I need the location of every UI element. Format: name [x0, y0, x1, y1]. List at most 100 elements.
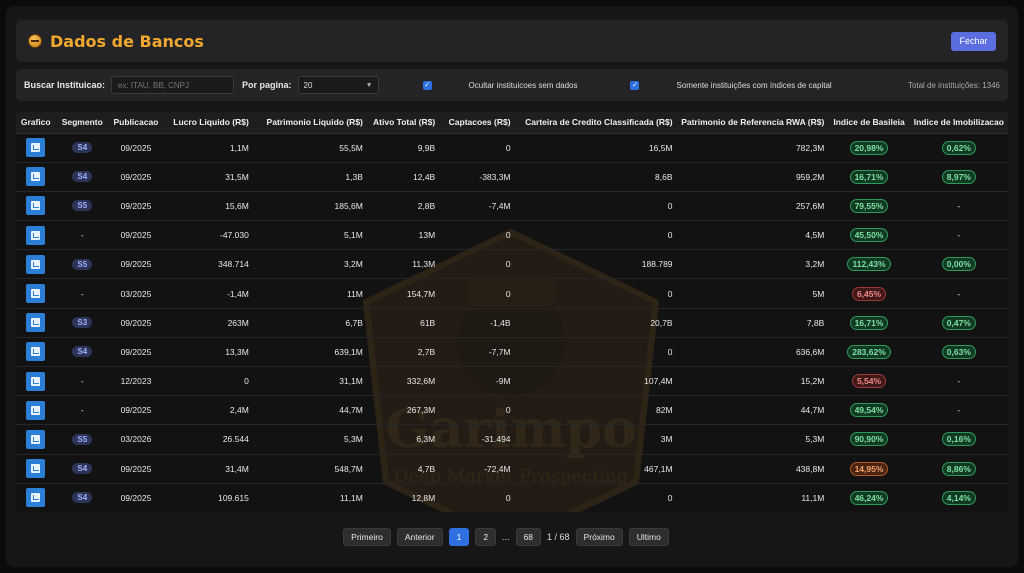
- next-page-button[interactable]: Próximo: [575, 528, 623, 546]
- pr_rwa-value: 11,1M: [801, 492, 825, 503]
- search-input[interactable]: [111, 76, 235, 94]
- cell-segmento: -: [55, 220, 110, 251]
- chart-icon: [31, 172, 41, 182]
- lucro-value: 109.615: [218, 492, 249, 503]
- filter-bar: Buscar Instituicao: Por pagina: 20 ▼ ✓ O…: [16, 69, 1008, 101]
- captacoes-value: -1,4B: [490, 317, 511, 328]
- header-col-captacoes[interactable]: Captacoes (R$): [439, 112, 515, 134]
- chart-button[interactable]: [26, 167, 46, 187]
- cell-grafico: [16, 483, 56, 512]
- header-col-lucro[interactable]: Lucro Liquido (R$): [162, 112, 253, 134]
- captacoes-value: -383,3M: [479, 171, 511, 182]
- imobilizacao-badge: 0,62%: [941, 140, 976, 155]
- header-col-segmento[interactable]: Segmento: [55, 112, 110, 134]
- segment-badge: S4: [72, 492, 93, 504]
- header-col-carteira[interactable]: Carteira de Credito Classificada (R$): [514, 112, 677, 134]
- publicacao-value: 09/2025: [120, 200, 152, 211]
- carteira-value: 16,5M: [648, 142, 673, 153]
- pr_rwa-value: 4,5M: [805, 230, 825, 241]
- last-page-button[interactable]: Ultimo: [628, 528, 669, 546]
- cell-captacoes: 0: [439, 395, 515, 426]
- cell-ativo: 154,7M: [366, 278, 440, 309]
- chart-button[interactable]: [26, 429, 46, 449]
- cell-ativo: 13M: [366, 220, 440, 251]
- close-button[interactable]: Fechar: [951, 31, 996, 51]
- chart-button[interactable]: [26, 488, 46, 508]
- cell-captacoes: 0: [439, 133, 515, 163]
- header-col-basileia[interactable]: Indice de Basileia: [828, 112, 910, 134]
- cell-carteira: 0: [514, 220, 677, 251]
- chart-button[interactable]: [26, 400, 46, 420]
- header-col-imobilizacao[interactable]: Indice de Imobilizacao: [909, 112, 1008, 134]
- segment-badge: S5: [72, 433, 93, 445]
- chart-button[interactable]: [26, 342, 46, 362]
- cell-ativo: 6,3M: [366, 424, 440, 455]
- pr_rwa-value: 5M: [812, 288, 825, 299]
- patrimonio-value: 1,3B: [345, 171, 363, 182]
- chart-button[interactable]: [26, 371, 46, 391]
- cell-imobilizacao: 0,47%: [909, 308, 1008, 338]
- header-col-pr-rwa[interactable]: Patrimonio de Referencia RWA (R$): [676, 112, 829, 134]
- cell-ativo: 2,8B: [366, 191, 440, 222]
- cell-publicacao: 09/2025: [109, 337, 163, 368]
- patrimonio-value: 55,5M: [339, 142, 363, 153]
- cell-grafico: [16, 278, 56, 309]
- banks-table-container[interactable]: Garimpo Deep Market Prospecting Grafico S…: [16, 112, 1008, 512]
- first-page-button[interactable]: Primeiro: [343, 528, 391, 546]
- cell-basileia: 79,55%: [828, 191, 910, 222]
- chart-button[interactable]: [26, 225, 46, 245]
- ativo-value: 13M: [418, 230, 436, 241]
- cell-ativo: 11,3M: [366, 249, 440, 280]
- cell-lucro: 13,3M: [162, 337, 253, 368]
- cell-patrimonio: 31,1M: [252, 366, 367, 397]
- publicacao-value: 09/2025: [120, 142, 152, 153]
- cell-patrimonio: 5,3M: [252, 424, 367, 455]
- publicacao-value: 09/2025: [120, 317, 152, 328]
- chart-button[interactable]: [26, 254, 46, 274]
- carteira-value: 467,1M: [644, 463, 673, 474]
- cell-carteira: 16,5M: [514, 133, 677, 163]
- cell-carteira: 0: [514, 483, 677, 512]
- cell-captacoes: -9M: [439, 366, 515, 397]
- cell-carteira: 3M: [514, 424, 677, 455]
- per-page-select[interactable]: 20 ▼: [297, 76, 379, 94]
- chart-button[interactable]: [26, 138, 46, 158]
- cell-lucro: 263M: [162, 308, 253, 338]
- chart-button[interactable]: [26, 313, 46, 333]
- cell-publicacao: 09/2025: [109, 483, 163, 512]
- hide-no-data-checkbox[interactable]: ✓: [422, 80, 432, 90]
- cell-imobilizacao: 0,62%: [909, 133, 1008, 163]
- carteira-value: 0: [667, 230, 673, 241]
- patrimonio-value: 31,1M: [339, 376, 363, 387]
- cell-captacoes: -383,3M: [439, 162, 515, 192]
- page-button-2[interactable]: 2: [475, 528, 497, 546]
- cell-publicacao: 03/2026: [109, 424, 163, 455]
- chart-icon: [31, 143, 41, 153]
- ativo-value: 267,3M: [406, 405, 436, 416]
- prev-page-button[interactable]: Anterior: [396, 528, 443, 546]
- cell-segmento: S4: [55, 162, 110, 192]
- lucro-value: 31,4M: [225, 463, 249, 474]
- page-button-1[interactable]: 1: [448, 528, 470, 546]
- imobilizacao-value: -: [957, 288, 961, 299]
- captacoes-value: 0: [505, 405, 511, 416]
- table-header-row: Grafico Segmento Publicacao Lucro Liquido (…: [16, 112, 1008, 134]
- header-col-ativo[interactable]: Ativo Total (R$): [366, 112, 440, 134]
- imobilizacao-badge: 0,47%: [941, 315, 976, 330]
- header-col-patrimonio[interactable]: Patrimonio Liquido (R$): [252, 112, 367, 134]
- page-button-last[interactable]: 68: [515, 528, 542, 546]
- cell-pr_rwa: 3,2M: [676, 249, 829, 280]
- only-capital-checkbox[interactable]: ✓: [630, 80, 640, 90]
- chart-button[interactable]: [26, 196, 46, 216]
- chart-button[interactable]: [26, 284, 46, 304]
- table-row: - 03/2025 -1,4M 11M 154,7M 0 0 5M 6,45% -: [16, 278, 1008, 309]
- cell-patrimonio: 1,3B: [252, 162, 367, 192]
- banks-table: Grafico Segmento Publicacao Lucro Liquido (…: [16, 112, 1008, 512]
- cell-grafico: [16, 249, 56, 280]
- imobilizacao-value: -: [957, 376, 961, 387]
- chart-button[interactable]: [26, 459, 46, 479]
- basileia-badge: 49,54%: [849, 403, 889, 418]
- pr_rwa-value: 15,2M: [800, 376, 825, 387]
- header-col-grafico[interactable]: Grafico: [16, 112, 56, 134]
- header-col-publicacao[interactable]: Publicacao: [109, 112, 163, 134]
